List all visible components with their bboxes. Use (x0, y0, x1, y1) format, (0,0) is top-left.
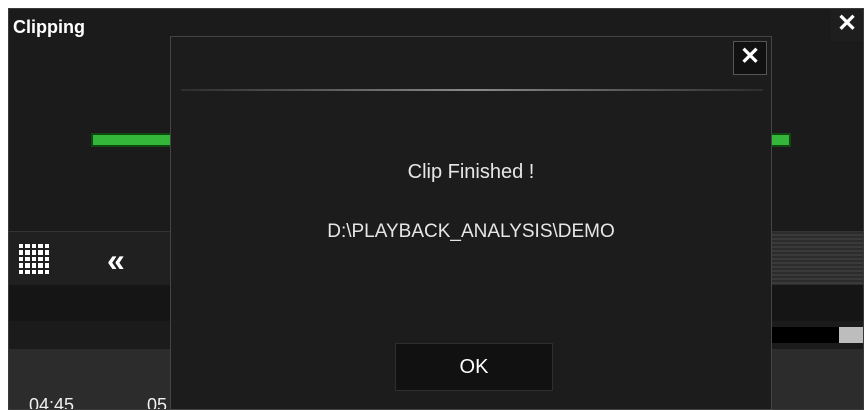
scroll-thumb[interactable] (839, 327, 863, 343)
close-icon[interactable]: ✕ (733, 41, 767, 75)
grid-cell (19, 250, 24, 255)
grid-cell (44, 250, 49, 255)
grid-cell (38, 250, 43, 255)
grid-cell (31, 244, 37, 249)
grid-cell (44, 263, 49, 268)
grid-cell (38, 263, 43, 268)
clip-finished-dialog: ✕ Clip Finished ! D:\PLAYBACK_ANALYSIS\D… (170, 36, 772, 410)
grid-cell (19, 256, 24, 262)
timeline-time: 04:45 (29, 395, 75, 410)
dialog-message: Clip Finished ! (407, 161, 535, 183)
progress-bar-right (769, 133, 791, 147)
grid-cell (25, 256, 30, 262)
ok-button[interactable]: OK (395, 343, 553, 391)
grid-cell (19, 244, 24, 249)
timeline-time: 05 (147, 395, 168, 410)
scroll-track[interactable] (769, 327, 839, 343)
grid-cell (31, 269, 37, 274)
dialog-divider (181, 89, 763, 91)
grid-cell (25, 244, 30, 249)
grid-cell (25, 269, 30, 274)
grid-cell (38, 256, 43, 262)
grid-cell (19, 269, 24, 274)
toolbar-panel (767, 232, 863, 286)
dialog-path: D:\PLAYBACK_ANALYSIS\DEMO (327, 221, 615, 242)
grid-cell (38, 244, 43, 249)
rewind-icon[interactable]: « (107, 242, 125, 279)
grid-cell (25, 250, 30, 255)
grid-cell (38, 269, 43, 274)
grid-cell (19, 263, 24, 268)
grid-icon[interactable] (19, 244, 49, 274)
grid-cell (44, 244, 49, 249)
grid-cell (31, 250, 37, 255)
window-title: Clipping (13, 17, 85, 37)
grid-cell (31, 263, 37, 268)
grid-cell (44, 269, 49, 274)
grid-cell (44, 256, 49, 262)
close-icon[interactable]: ✕ (831, 9, 863, 41)
grid-cell (31, 256, 37, 262)
grid-cell (25, 263, 30, 268)
